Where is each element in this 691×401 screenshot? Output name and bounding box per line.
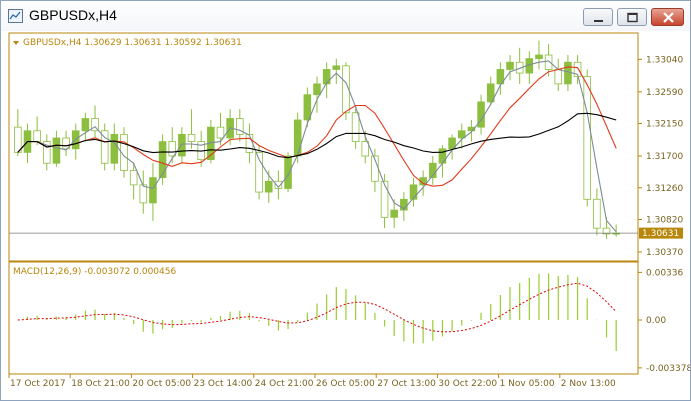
chart-window-icon bbox=[8, 9, 23, 23]
candle bbox=[100, 123, 109, 171]
candle bbox=[284, 152, 292, 193]
candle-body bbox=[593, 198, 601, 229]
maximize-icon bbox=[627, 12, 638, 23]
current-price-label: 1.30631 bbox=[642, 229, 679, 239]
macd-axis-label: 0.00336 bbox=[646, 268, 683, 278]
minimize-icon bbox=[594, 20, 603, 22]
candle-body bbox=[313, 83, 321, 96]
symbol-header: GBPUSDx,H4 1.30629 1.30631 1.30592 1.306… bbox=[13, 38, 242, 48]
title-bar[interactable]: GBPUSDx,H4 bbox=[1, 1, 690, 31]
candle-body bbox=[264, 180, 273, 193]
window-title: GBPUSDx,H4 bbox=[29, 7, 117, 23]
time-axis-label: 26 Oct 05:00 bbox=[316, 379, 375, 389]
candle-body bbox=[129, 170, 138, 186]
candle-body bbox=[110, 133, 119, 164]
time-axis-label: 27 Oct 13:00 bbox=[377, 379, 436, 389]
time-axis-label: 24 Oct 21:00 bbox=[255, 379, 314, 389]
close-icon bbox=[663, 12, 674, 23]
candle-body bbox=[409, 184, 418, 200]
candle-body bbox=[284, 155, 292, 189]
macd-panel[interactable] bbox=[8, 261, 639, 375]
candle-body bbox=[332, 65, 341, 70]
time-axis-label: 30 Oct 22:00 bbox=[438, 379, 497, 389]
candle-body bbox=[293, 119, 302, 157]
candle-body bbox=[52, 137, 61, 164]
macd-axis-label: -0.003378 bbox=[646, 364, 690, 374]
price-axis-label: 1.31260 bbox=[646, 184, 683, 194]
candle-body bbox=[81, 118, 90, 132]
candle-body bbox=[187, 133, 196, 142]
candle-body bbox=[149, 177, 157, 204]
candle-body bbox=[322, 69, 331, 85]
time-axis-label: 2 Nov 13:00 bbox=[561, 379, 616, 389]
candle-body bbox=[564, 61, 572, 85]
price-axis-label: 1.33040 bbox=[646, 55, 683, 65]
candle-body bbox=[390, 209, 398, 218]
chart-canvas[interactable]: 1.33040 1.32590 1.32150 1.31700 1.31260 1.308… bbox=[1, 31, 690, 401]
candle-body bbox=[583, 76, 591, 200]
minimize-button[interactable] bbox=[583, 8, 613, 26]
candle-body bbox=[216, 126, 225, 139]
candle-body bbox=[14, 126, 22, 153]
time-axis-label: 23 Oct 14:00 bbox=[194, 379, 253, 389]
time-axis-label: 20 Oct 05:00 bbox=[132, 379, 191, 389]
candle-body bbox=[535, 54, 543, 60]
candle-body bbox=[554, 69, 563, 85]
candle-body bbox=[158, 141, 167, 179]
candle-body bbox=[438, 148, 447, 164]
price-axis-label: 1.30370 bbox=[646, 248, 683, 258]
price-axis-label: 1.32590 bbox=[646, 88, 683, 98]
macd-axis-label: 0.00 bbox=[646, 316, 666, 326]
price-axis-label: 1.30820 bbox=[646, 215, 683, 225]
candle-body bbox=[33, 130, 41, 142]
price-axis-label: 1.32150 bbox=[646, 120, 683, 130]
candle-body bbox=[380, 180, 389, 218]
candle-body bbox=[351, 112, 360, 142]
symbol-quote-label: GBPUSDx,H4 1.30629 1.30631 1.30592 1.306… bbox=[23, 38, 242, 48]
price-axis-label: 1.31700 bbox=[646, 152, 683, 162]
candle-body bbox=[245, 133, 254, 153]
time-axis-label: 1 Nov 05:00 bbox=[500, 379, 555, 389]
maximize-button[interactable] bbox=[617, 8, 647, 26]
time-axis-label: 18 Oct 21:00 bbox=[71, 379, 130, 389]
candle-body bbox=[544, 54, 553, 70]
macd-label: MACD(12,26,9) -0.003072 0.000456 bbox=[13, 267, 176, 277]
candle-body bbox=[506, 61, 514, 70]
candle-body bbox=[178, 133, 186, 157]
close-button[interactable] bbox=[651, 8, 684, 26]
chart-window: GBPUSDx,H4 1.33040 1.32590 1.32150 1.31700 1… bbox=[0, 0, 691, 401]
candle-body bbox=[139, 184, 148, 204]
candle-body bbox=[361, 141, 370, 157]
time-axis-label: 17 Oct 2017 bbox=[10, 379, 66, 389]
